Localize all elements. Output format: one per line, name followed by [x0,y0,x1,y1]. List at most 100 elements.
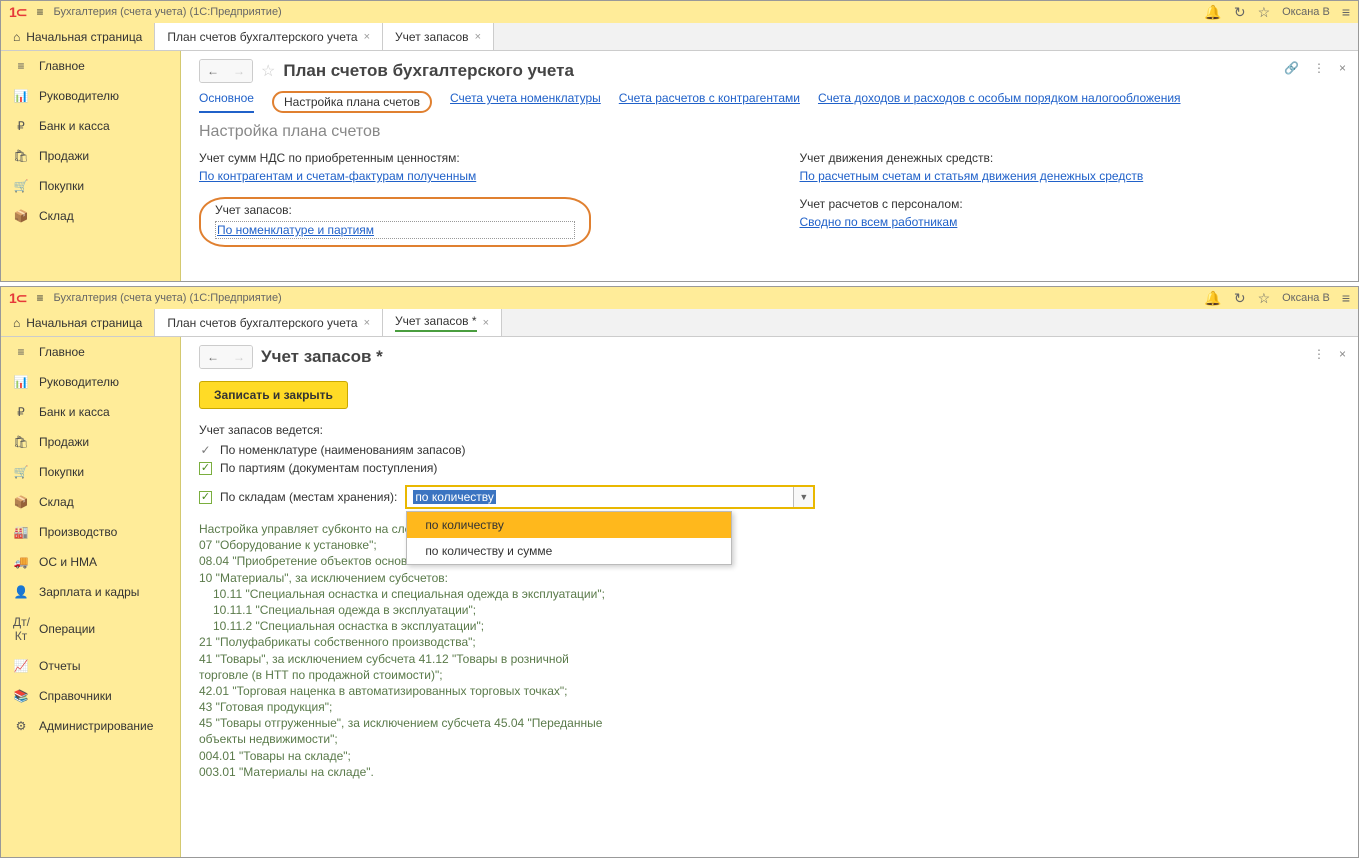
tab-inventory[interactable]: Учет запасов * × [383,309,502,336]
close-icon[interactable]: × [364,31,370,43]
burger-icon[interactable]: ≡ [37,291,44,305]
close-icon[interactable]: × [475,31,481,43]
combo-input[interactable]: по количеству [407,487,793,507]
subtab-contractors[interactable]: Счета расчетов с контрагентами [619,91,800,113]
sidebar-item-label: Главное [39,345,85,359]
warehouse-mode-combo[interactable]: по количеству ▼ по количеству по количес… [405,485,815,509]
back-button[interactable]: ← [200,346,226,368]
setting-personnel: Учет расчетов с персоналом: Сводно по вс… [800,197,1341,229]
checkbox-batches[interactable]: ✓ [199,462,212,475]
back-button[interactable]: ← [200,60,226,82]
setting-link-inventory[interactable]: По номенклатуре и партиям [217,223,374,237]
home-icon: ⌂ [13,30,20,44]
close-icon[interactable]: × [1339,347,1346,361]
burger-icon[interactable]: ≡ [37,5,44,19]
setting-inventory: Учет запасов: По номенклатуре и партиям [199,197,740,247]
chevron-down-icon[interactable]: ▼ [793,487,813,507]
sidebar-item-label: Отчеты [39,659,80,673]
sidebar-item-label: Склад [39,209,74,223]
sidebar-item-sales[interactable]: 🛍Продажи [1,141,180,171]
subtab-nomenclature[interactable]: Счета учета номенклатуры [450,91,601,113]
sidebar-item-main[interactable]: ≡Главное [1,51,180,81]
close-icon[interactable]: × [1339,61,1346,75]
history-icon[interactable]: ↻ [1234,290,1246,307]
tab-home[interactable]: ⌂ Начальная страница [1,23,155,50]
sidebar-item-label: Администрирование [39,719,153,733]
dropdown-item-qty[interactable]: по количеству [407,512,731,538]
user-name[interactable]: Оксана В [1282,6,1330,18]
sidebar-item-production[interactable]: 🏭Производство [1,517,180,547]
tab-home[interactable]: ⌂ Начальная страница [1,309,155,336]
subtab-settings[interactable]: Настройка плана счетов [272,91,432,113]
row-by-nomenclature: ✓ По номенклатуре (наименованиям запасов… [199,443,1340,457]
favorite-icon[interactable]: ☆ [261,61,275,81]
sidebar-item-purchases[interactable]: 🛒Покупки [1,171,180,201]
tab-inventory[interactable]: Учет запасов × [383,23,494,50]
close-icon[interactable]: × [483,317,489,329]
dropdown-item-qty-sum[interactable]: по количеству и сумме [407,538,731,564]
setting-cashflow: Учет движения денежных средств: По расче… [800,151,1341,183]
cart-icon: 🛒 [13,179,29,193]
sidebar-item-label: Банк и касса [39,405,110,419]
ruble-icon: ₽ [13,405,29,419]
menu-icon[interactable]: ≡ [1342,290,1350,306]
sidebar-item-purchases[interactable]: 🛒Покупки [1,457,180,487]
setting-label: Учет сумм НДС по приобретенным ценностям… [199,151,740,165]
subtab-main[interactable]: Основное [199,91,254,113]
sidebar-item-manager[interactable]: 📊Руководителю [1,367,180,397]
history-icon[interactable]: ↻ [1234,4,1246,21]
setting-link-vat[interactable]: По контрагентам и счетам-фактурам получе… [199,169,476,183]
sidebar-item-admin[interactable]: ⚙Администрирование [1,711,180,741]
sidebar-item-catalogs[interactable]: 📚Справочники [1,681,180,711]
info-line: 42.01 "Торговая наценка в автоматизирова… [199,683,619,699]
forward-button[interactable]: → [226,346,252,368]
subtab-income[interactable]: Счета доходов и расходов с особым порядк… [818,91,1181,113]
more-icon[interactable]: ⋮ [1313,347,1325,361]
sidebar: ≡Главное 📊Руководителю ₽Банк и касса 🛍Пр… [1,51,181,281]
sidebar-item-main[interactable]: ≡Главное [1,337,180,367]
book-icon: 📚 [13,689,29,703]
sidebar-item-bank[interactable]: ₽ Банк и касса [1,397,180,427]
user-name[interactable]: Оксана В [1282,292,1330,304]
content: ⋮ × ← → Учет запасов * Записать и закрыт… [181,337,1358,857]
sidebar-item-label: Зарплата и кадры [39,585,139,599]
star-icon[interactable]: ☆ [1258,290,1271,307]
sidebar-item-label: Главное [39,59,85,73]
forward-button[interactable]: → [226,60,252,82]
nav-buttons: ← → [199,59,253,83]
star-icon[interactable]: ☆ [1258,4,1271,21]
tab-chart-of-accounts[interactable]: План счетов бухгалтерского учета × [155,23,383,50]
save-and-close-button[interactable]: Записать и закрыть [199,381,348,409]
bell-icon[interactable]: 🔔 [1204,4,1221,21]
info-line: 21 "Полуфабрикаты собственного производс… [199,634,619,650]
sidebar-item-label: Производство [39,525,117,539]
setting-link-cashflow[interactable]: По расчетным счетам и статьям движения д… [800,169,1144,183]
more-icon[interactable]: ⋮ [1313,61,1325,75]
sidebar-item-sales[interactable]: 🛍Продажи [1,427,180,457]
checkbox-warehouses[interactable]: ✓ [199,491,212,504]
sidebar-item-label: Продажи [39,435,89,449]
bell-icon[interactable]: 🔔 [1204,290,1221,307]
sidebar-item-bank[interactable]: ₽Банк и касса [1,111,180,141]
sidebar-item-warehouse[interactable]: 📦Склад [1,201,180,231]
info-line: 10.11.2 "Специальная оснастка в эксплуат… [199,618,619,634]
sidebar-item-hr[interactable]: 👤Зарплата и кадры [1,577,180,607]
settings-col-2: Учет движения денежных средств: По расче… [800,151,1341,261]
logo-1c: 1⊂ [9,4,27,21]
sidebar-item-label: Руководителю [39,89,119,103]
menu-icon[interactable]: ≡ [1342,4,1350,20]
check-icon: ✓ [199,443,212,457]
sidebar-item-manager[interactable]: 📊Руководителю [1,81,180,111]
content-header: ← → Учет запасов * [199,345,1340,369]
inventory-highlight: Учет запасов: По номенклатуре и партиям [199,197,591,247]
sidebar-item-warehouse[interactable]: 📦Склад [1,487,180,517]
tab-label: Учет запасов [395,30,469,44]
content-actions: ⋮ × [1313,347,1346,361]
tab-chart-of-accounts[interactable]: План счетов бухгалтерского учета × [155,309,383,336]
sidebar-item-operations[interactable]: Дт/КтОперации [1,607,180,651]
setting-link-personnel[interactable]: Сводно по всем работникам [800,215,958,229]
close-icon[interactable]: × [364,317,370,329]
sidebar-item-reports[interactable]: 📈Отчеты [1,651,180,681]
sidebar-item-assets[interactable]: 🚚ОС и НМА [1,547,180,577]
link-icon[interactable]: 🔗 [1284,61,1299,75]
